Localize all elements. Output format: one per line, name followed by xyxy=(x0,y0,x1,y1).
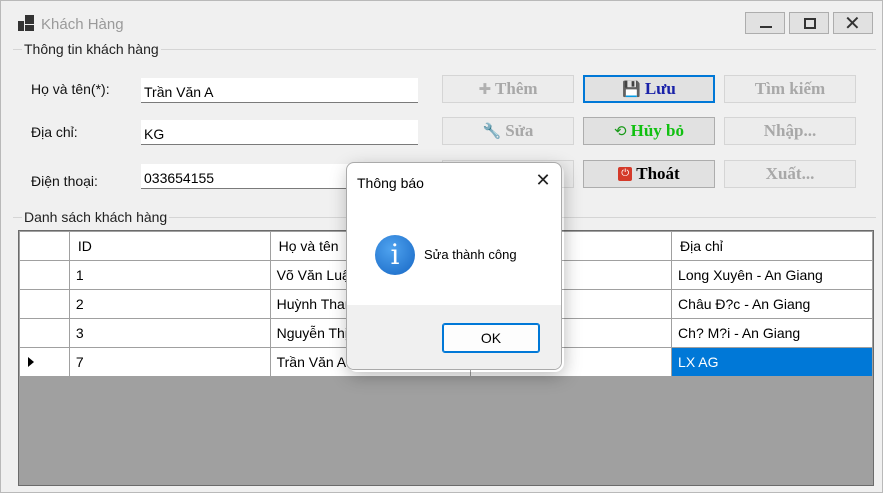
row-header[interactable] xyxy=(19,347,70,377)
export-button-label: Xuất... xyxy=(765,164,815,183)
cell-id[interactable]: 2 xyxy=(68,289,271,319)
phone-label: Điện thoại: xyxy=(31,173,98,189)
current-row-arrow-icon xyxy=(28,357,34,367)
power-icon: ⏻ xyxy=(618,167,633,181)
address-input[interactable] xyxy=(141,120,418,145)
add-button[interactable]: ✚ Thêm xyxy=(442,75,574,103)
row-header[interactable] xyxy=(19,318,70,348)
exit-button-label: Thoát xyxy=(636,164,680,183)
add-button-label: Thêm xyxy=(495,79,538,98)
column-header-id[interactable]: ID xyxy=(68,231,271,261)
edit-button[interactable]: 🔧 Sửa xyxy=(442,117,574,145)
row-header[interactable] xyxy=(19,260,70,290)
edit-button-label: Sửa xyxy=(505,121,534,140)
refresh-icon: ⟲ xyxy=(614,121,627,140)
cancel-button-label: Hủy bỏ xyxy=(630,121,684,140)
cell-id[interactable]: 7 xyxy=(68,347,271,377)
customer-info-legend: Thông tin khách hàng xyxy=(22,41,161,57)
import-button-label: Nhập... xyxy=(763,121,817,140)
dialog-message: Sửa thành công xyxy=(424,247,517,262)
address-label: Địa chỉ: xyxy=(31,124,78,140)
ok-button[interactable]: OK xyxy=(442,323,540,353)
cell-address[interactable]: Long Xuyên - An Giang xyxy=(671,260,873,290)
name-label: Họ và tên(*): xyxy=(31,81,110,97)
search-button-label: Tìm kiếm xyxy=(754,79,826,98)
row-header[interactable] xyxy=(19,289,70,319)
name-input[interactable] xyxy=(141,78,418,103)
cell-address[interactable]: Châu Đ?c - An Giang xyxy=(671,289,873,319)
minimize-icon xyxy=(760,26,772,28)
cancel-button[interactable]: ⟲ Hủy bỏ xyxy=(583,117,715,145)
cell-address-selected[interactable]: LX AG xyxy=(671,347,873,377)
app-icon xyxy=(18,15,34,31)
import-button[interactable]: Nhập... xyxy=(724,117,856,145)
wrench-icon: 🔧 xyxy=(482,121,502,140)
maximize-icon xyxy=(804,18,816,29)
maximize-button[interactable] xyxy=(789,12,829,34)
cell-id[interactable]: 3 xyxy=(68,318,271,348)
dialog-footer: OK xyxy=(347,305,561,369)
window-title: Khách Hàng xyxy=(41,16,124,33)
row-header-corner[interactable] xyxy=(19,231,70,261)
information-icon: i xyxy=(375,235,415,275)
plus-icon: ✚ xyxy=(478,79,492,98)
cell-id[interactable]: 1 xyxy=(68,260,271,290)
close-button[interactable]: ✕ xyxy=(833,11,873,35)
search-button[interactable]: Tìm kiếm xyxy=(724,75,856,103)
message-dialog: Thông báo ✕ i Sửa thành công OK xyxy=(346,162,562,370)
close-icon: ✕ xyxy=(535,170,551,191)
dialog-title: Thông báo xyxy=(357,175,424,191)
title-bar[interactable]: Khách Hàng ✕ xyxy=(1,1,882,39)
save-button[interactable]: 💾 Lưu xyxy=(583,75,715,103)
exit-button[interactable]: ⏻ Thoát xyxy=(583,160,715,188)
floppy-disk-icon: 💾 xyxy=(622,79,641,98)
export-button[interactable]: Xuất... xyxy=(724,160,856,188)
save-button-label: Lưu xyxy=(644,79,676,98)
minimize-button[interactable] xyxy=(745,12,785,34)
close-icon: ✕ xyxy=(844,11,861,35)
column-header-address[interactable]: Địa chỉ xyxy=(671,231,873,261)
dialog-close-button[interactable]: ✕ xyxy=(531,169,555,193)
cell-address[interactable]: Ch? M?i - An Giang xyxy=(671,318,873,348)
customer-list-legend: Danh sách khách hàng xyxy=(22,209,170,225)
